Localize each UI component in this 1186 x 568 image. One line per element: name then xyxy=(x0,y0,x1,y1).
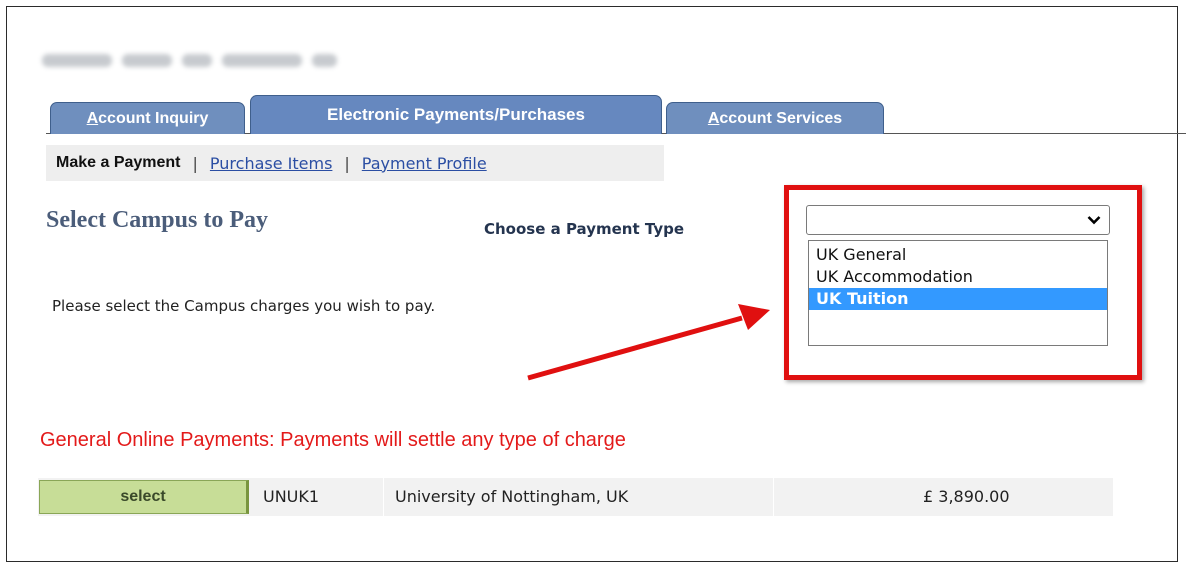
select-button[interactable]: select xyxy=(39,480,249,514)
instruction-text: Please select the Campus charges you wis… xyxy=(52,297,436,315)
cell-divider xyxy=(383,478,384,516)
campus-row: select UNUK1 University of Nottingham, U… xyxy=(38,478,1113,516)
campus-amount: £ 3,890.00 xyxy=(923,487,1010,506)
campus-name: University of Nottingham, UK xyxy=(395,487,629,506)
general-payments-heading: General Online Payments: Payments will s… xyxy=(40,429,626,451)
campus-code: UNUK1 xyxy=(263,487,320,506)
cell-divider xyxy=(773,478,774,516)
